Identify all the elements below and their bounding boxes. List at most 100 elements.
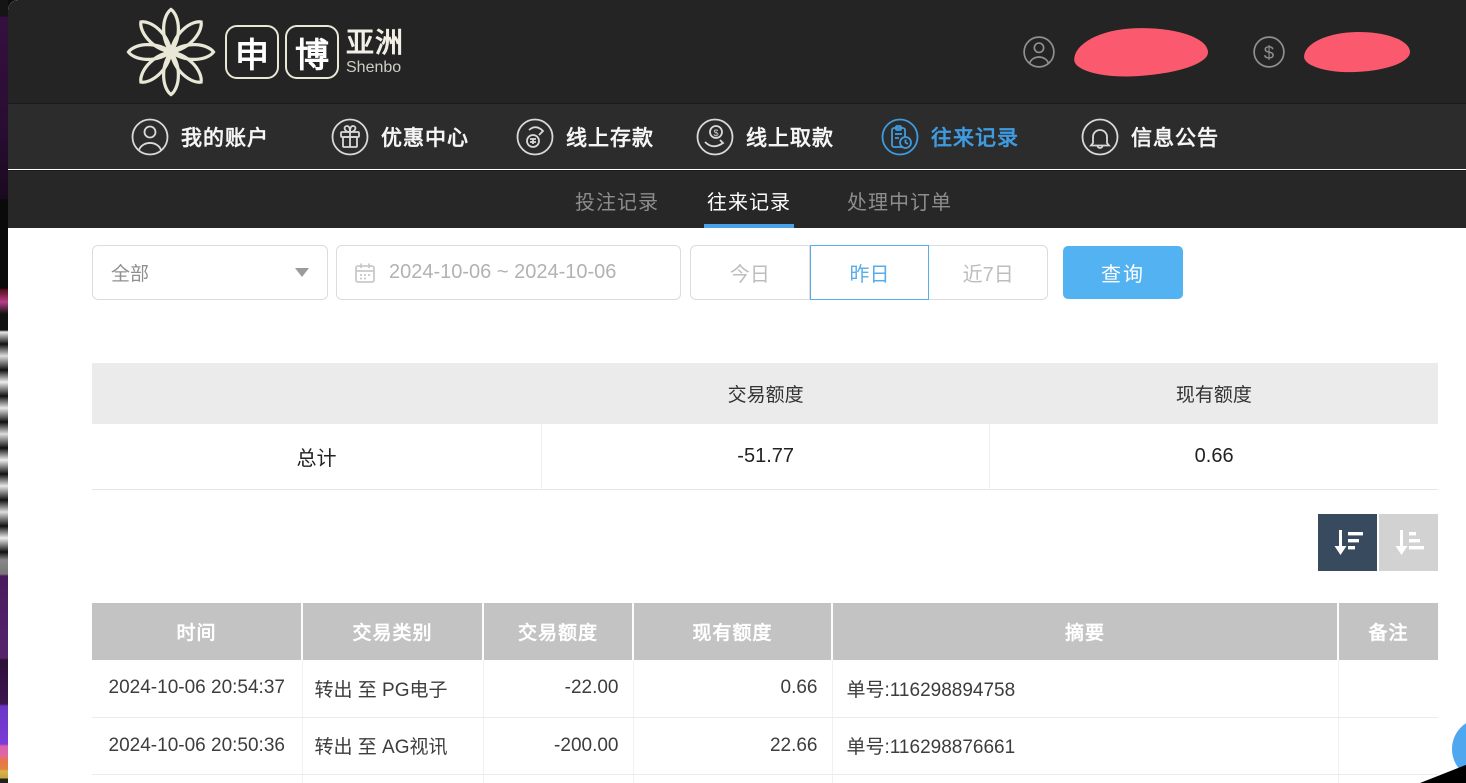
desktop-background-strip <box>0 0 8 783</box>
nav-label: 线上存款 <box>566 122 654 152</box>
user-area: $ <box>1022 0 1410 103</box>
tab-betting-records[interactable]: 投注记录 <box>575 171 659 229</box>
main-nav: 我的账户 优惠中心 线上存款 <box>8 103 1466 169</box>
redacted-username <box>1073 25 1209 78</box>
caret-down-icon <box>295 268 309 277</box>
tab-transaction-records[interactable]: 往来记录 <box>707 171 791 229</box>
table-row <box>92 774 1438 783</box>
quick-range-today[interactable]: 今日 <box>690 245 810 300</box>
records-clipboard-clock-icon <box>880 117 920 157</box>
table-row: 2024-10-06 20:50:36转出 至 AG视讯-200.0022.66… <box>92 717 1438 774</box>
query-button[interactable]: 查询 <box>1063 246 1183 299</box>
gift-icon <box>330 117 370 157</box>
redacted-balance <box>1304 31 1411 73</box>
quick-range-yesterday[interactable]: 昨日 <box>810 245 930 300</box>
nav-item-announcements[interactable]: 信息公告 <box>1080 104 1219 170</box>
tab-label: 往来记录 <box>707 186 791 215</box>
deposit-hand-coin-icon <box>515 117 555 157</box>
person-icon <box>130 117 170 157</box>
quick-range-group: 今日 昨日 近7日 <box>690 245 1048 300</box>
logo-subtitle: Shenbo <box>346 58 404 77</box>
sort-ascending-icon <box>1392 527 1426 559</box>
nav-label: 优惠中心 <box>381 122 469 152</box>
nav-item-promotions[interactable]: 优惠中心 <box>330 104 469 170</box>
logo-char-box: 博 <box>285 25 339 79</box>
nav-item-transaction-records[interactable]: 往来记录 <box>880 104 1019 170</box>
col-header-remark: 备注 <box>1338 603 1438 660</box>
withdraw-hand-coin-icon: $ <box>695 117 735 157</box>
cell-time: 2024-10-06 20:50:36 <box>92 717 302 774</box>
svg-text:$: $ <box>713 128 718 138</box>
nav-label: 信息公告 <box>1131 122 1219 152</box>
person-icon[interactable] <box>1022 35 1056 69</box>
cell-amount <box>483 774 633 783</box>
records-tbody: 2024-10-06 20:54:37转出 至 PG电子-22.000.66单号… <box>92 660 1438 783</box>
col-header-amount: 交易额度 <box>483 603 633 660</box>
date-range-input[interactable]: 2024-10-06 ~ 2024-10-06 <box>336 245 681 300</box>
screen: 申 博 亚洲 Shenbo $ <box>0 0 1466 783</box>
col-header-balance: 现有额度 <box>633 603 832 660</box>
records-table: 时间 交易类别 交易额度 现有额度 摘要 备注 2024-10-06 20:54… <box>92 603 1438 783</box>
cell-time <box>92 774 302 783</box>
summary-total-label: 总计 <box>92 424 542 489</box>
brand-logo[interactable]: 申 博 亚洲 Shenbo <box>125 6 404 98</box>
records-header-row: 时间 交易类别 交易额度 现有额度 摘要 备注 <box>92 603 1438 660</box>
cell-type <box>302 774 483 783</box>
summary-header-current-balance: 现有额度 <box>990 363 1438 424</box>
summary-header-row: 交易额度 现有额度 <box>92 363 1438 424</box>
svg-text:$: $ <box>1264 41 1275 62</box>
cell-summary: 单号:116298876661 <box>832 717 1338 774</box>
bubble-shadow-shape <box>1420 761 1466 783</box>
flower-logo-icon <box>125 6 217 98</box>
cell-type: 转出 至 PG电子 <box>302 660 483 717</box>
col-header-summary: 摘要 <box>832 603 1338 660</box>
bell-icon <box>1080 117 1120 157</box>
sort-ascending-button[interactable] <box>1379 514 1438 571</box>
tab-processing-orders[interactable]: 处理中订单 <box>847 171 952 229</box>
cell-amount: -200.00 <box>483 717 633 774</box>
cell-balance: 0.66 <box>633 660 832 717</box>
nav-item-deposit[interactable]: 线上存款 <box>515 104 654 170</box>
summary-transaction-amount: -51.77 <box>542 424 990 489</box>
logo-char-box: 申 <box>225 25 279 79</box>
quick-range-last7days[interactable]: 近7日 <box>929 245 1048 300</box>
quick-range-label: 昨日 <box>850 258 890 287</box>
nav-item-my-account[interactable]: 我的账户 <box>130 104 269 170</box>
cell-balance <box>633 774 832 783</box>
sort-descending-icon <box>1331 527 1365 559</box>
tab-label: 投注记录 <box>575 186 659 215</box>
tab-label: 处理中订单 <box>847 186 952 215</box>
calendar-icon <box>353 261 377 285</box>
cell-type: 转出 至 AG视讯 <box>302 717 483 774</box>
summary-current-balance: 0.66 <box>990 424 1438 489</box>
logo-character-boxes: 申 博 <box>225 25 339 79</box>
col-header-type: 交易类别 <box>302 603 483 660</box>
nav-label: 往来记录 <box>931 122 1019 152</box>
logo-region-text: 亚洲 <box>346 28 404 58</box>
summary-total-row: 总计 -51.77 0.66 <box>92 424 1438 489</box>
cell-amount: -22.00 <box>483 660 633 717</box>
app-window: 申 博 亚洲 Shenbo $ <box>8 0 1466 783</box>
cell-summary <box>832 774 1338 783</box>
cell-remark <box>1338 660 1438 717</box>
content-area: 全部 2024-10-06 ~ 2024-10-06 今日 昨日 <box>8 228 1466 783</box>
category-select-value: 全部 <box>111 259 295 286</box>
cell-time: 2024-10-06 20:54:37 <box>92 660 302 717</box>
cell-summary: 单号:116298894758 <box>832 660 1338 717</box>
subtab-bar: 投注记录 往来记录 处理中订单 <box>8 170 1466 228</box>
nav-item-withdraw[interactable]: $ 线上取款 <box>695 104 834 170</box>
top-header: 申 博 亚洲 Shenbo $ <box>8 0 1466 103</box>
sort-descending-button[interactable] <box>1318 514 1377 571</box>
summary-table: 交易额度 现有额度 总计 -51.77 0.66 <box>92 363 1438 490</box>
dollar-icon[interactable]: $ <box>1252 35 1286 69</box>
cell-balance: 22.66 <box>633 717 832 774</box>
nav-label: 线上取款 <box>746 122 834 152</box>
table-row: 2024-10-06 20:54:37转出 至 PG电子-22.000.66单号… <box>92 660 1438 717</box>
date-range-value: 2024-10-06 ~ 2024-10-06 <box>389 261 616 284</box>
summary-header-empty <box>92 363 542 424</box>
summary-header-transaction-amount: 交易额度 <box>542 363 990 424</box>
nav-label: 我的账户 <box>181 122 269 152</box>
col-header-time: 时间 <box>92 603 302 660</box>
category-select[interactable]: 全部 <box>92 245 328 300</box>
quick-range-label: 今日 <box>730 258 770 287</box>
